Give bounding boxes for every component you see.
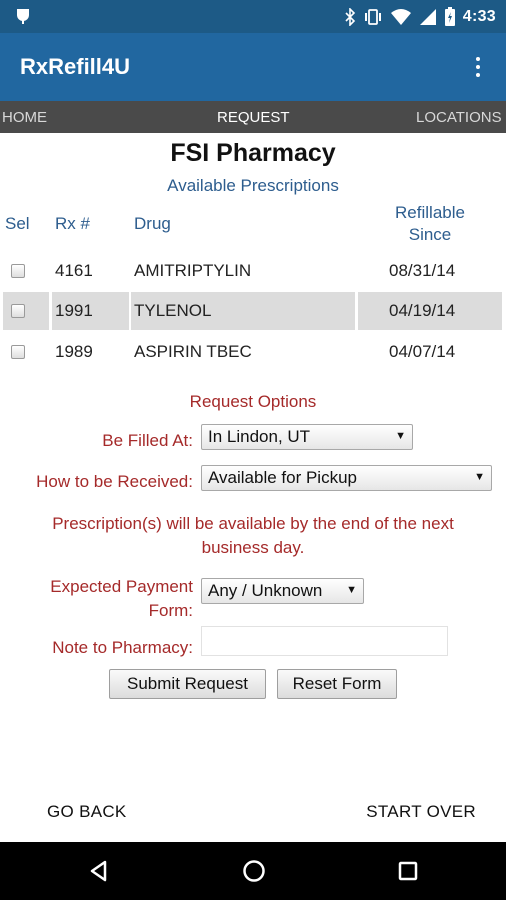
refillable-since: 08/31/14 bbox=[389, 261, 456, 280]
filled-at-label: Be Filled At: bbox=[102, 431, 193, 450]
status-bar: 4:33 bbox=[0, 0, 506, 33]
pharmacy-name: FSI Pharmacy bbox=[170, 139, 336, 167]
header-rx: Rx # bbox=[55, 214, 90, 233]
dropdown-arrow-icon: ▼ bbox=[346, 584, 357, 596]
start-over-button[interactable]: START OVER bbox=[366, 802, 476, 822]
received-select[interactable]: Available for Pickup ▼ bbox=[201, 465, 492, 491]
drug-name: TYLENOL bbox=[134, 301, 212, 320]
availability-message-line1: Prescription(s) will be available by the… bbox=[52, 514, 454, 533]
select-checkbox[interactable] bbox=[11, 304, 25, 318]
header-refillable: Refillable Since bbox=[380, 203, 480, 245]
payment-label-line1: Expected Payment bbox=[50, 577, 193, 596]
filled-at-select[interactable]: In Lindon, UT ▼ bbox=[201, 424, 413, 450]
tab-request[interactable]: REQUEST bbox=[217, 109, 290, 126]
request-options-title: Request Options bbox=[189, 392, 317, 411]
clock: 4:33 bbox=[462, 8, 496, 25]
select-checkbox[interactable] bbox=[11, 264, 25, 278]
dropdown-arrow-icon: ▼ bbox=[474, 471, 485, 483]
select-checkbox[interactable] bbox=[11, 345, 25, 359]
payment-label: Expected Payment Form: bbox=[50, 575, 193, 623]
received-label: How to be Received: bbox=[36, 472, 193, 491]
table-row[interactable]: 1989 ASPIRIN TBEC 04/07/14 bbox=[0, 333, 506, 371]
overflow-menu-icon[interactable] bbox=[470, 53, 486, 81]
table-row[interactable]: 4161 AMITRIPTYLIN 08/31/14 bbox=[0, 252, 506, 290]
recent-apps-icon[interactable] bbox=[393, 856, 423, 886]
app-title: RxRefill4U bbox=[20, 54, 131, 79]
rx-number: 1991 bbox=[55, 301, 93, 320]
payment-label-line2: Form: bbox=[148, 601, 193, 620]
note-label: Note to Pharmacy: bbox=[52, 638, 193, 657]
tab-locations[interactable]: LOCATIONS bbox=[416, 109, 502, 126]
received-value: Available for Pickup bbox=[208, 468, 357, 487]
availability-message-line2: business day. bbox=[201, 538, 305, 557]
selected-cell-bg bbox=[3, 292, 49, 330]
dropdown-arrow-icon: ▼ bbox=[395, 430, 406, 442]
vibrate-icon bbox=[364, 9, 381, 25]
header-refillable-line2: Since bbox=[408, 225, 452, 244]
refillable-since: 04/07/14 bbox=[389, 342, 456, 361]
system-nav-bar bbox=[0, 842, 506, 900]
battery-icon bbox=[444, 7, 455, 26]
rx-number: 1989 bbox=[55, 342, 93, 361]
submit-request-button[interactable]: Submit Request bbox=[109, 669, 266, 699]
refillable-since: 04/19/14 bbox=[389, 301, 456, 320]
wifi-icon bbox=[390, 9, 411, 25]
app-bar: RxRefill4U bbox=[0, 33, 506, 101]
header-drug: Drug bbox=[134, 214, 171, 233]
note-input[interactable] bbox=[201, 626, 448, 656]
filled-at-value: In Lindon, UT bbox=[208, 427, 311, 446]
bluetooth-icon bbox=[345, 8, 355, 26]
availability-message: Prescription(s) will be available by the… bbox=[10, 512, 496, 560]
header-refillable-line1: Refillable bbox=[395, 203, 465, 222]
drug-name: AMITRIPTYLIN bbox=[134, 261, 252, 280]
header-sel: Sel bbox=[5, 214, 30, 233]
back-icon[interactable] bbox=[84, 856, 114, 886]
table-row[interactable]: 1991 TYLENOL 04/19/14 bbox=[0, 292, 506, 330]
signal-icon bbox=[419, 9, 436, 25]
payment-value: Any / Unknown bbox=[208, 581, 323, 600]
rx-number: 4161 bbox=[55, 261, 93, 280]
reset-form-button[interactable]: Reset Form bbox=[277, 669, 397, 699]
drug-name: ASPIRIN TBEC bbox=[134, 342, 252, 361]
go-back-button[interactable]: GO BACK bbox=[47, 802, 127, 822]
section-subtitle: Available Prescriptions bbox=[167, 176, 339, 195]
tab-bar: HOME REQUEST LOCATIONS bbox=[0, 101, 506, 133]
payment-select[interactable]: Any / Unknown ▼ bbox=[201, 578, 364, 604]
notification-icon bbox=[17, 9, 29, 24]
home-icon[interactable] bbox=[239, 856, 269, 886]
tab-home[interactable]: HOME bbox=[2, 109, 47, 126]
